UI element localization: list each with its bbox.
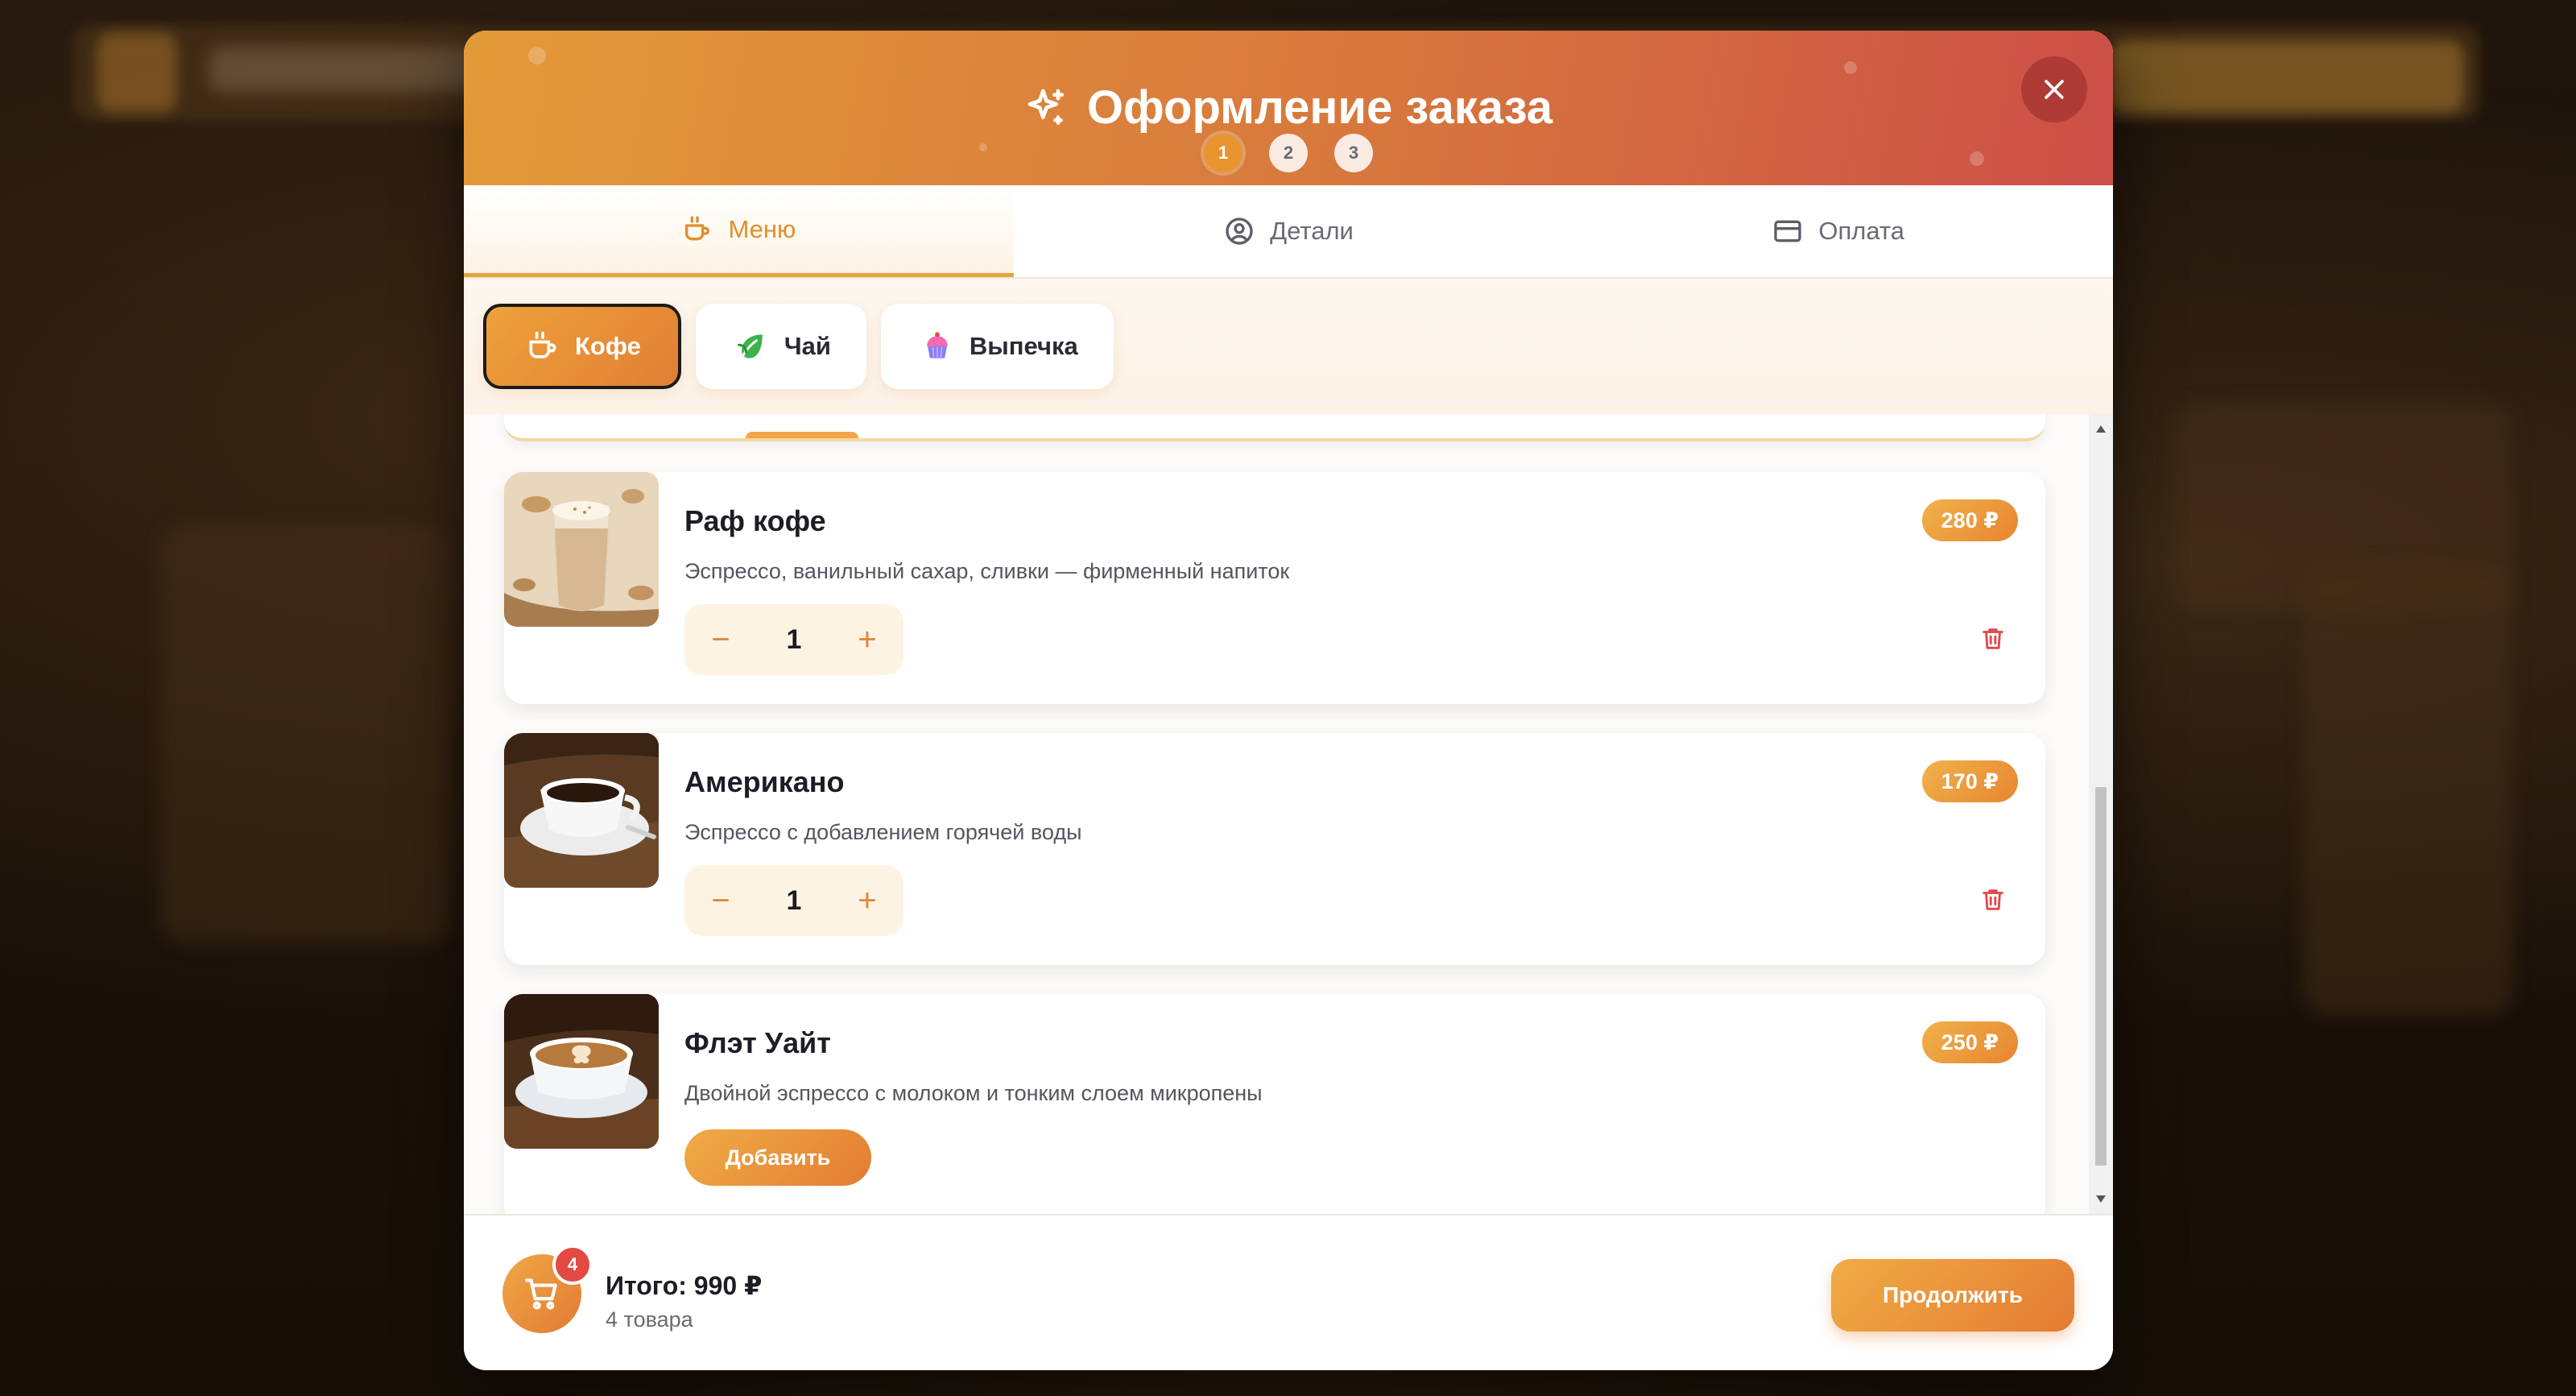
- tab-payment[interactable]: Оплата: [1563, 185, 2113, 277]
- coffee-cup-icon: [685, 215, 710, 240]
- leaf-icon: [737, 334, 763, 360]
- tab-menu-label: Меню: [728, 214, 796, 243]
- category-pastry[interactable]: Выпечка: [880, 304, 1114, 389]
- coffee-cup-icon: [529, 331, 556, 358]
- flat-white-image: [504, 994, 659, 1149]
- close-icon: [2045, 80, 2064, 99]
- step-3: 3: [1334, 134, 1373, 172]
- raf-coffee-image: [504, 472, 659, 627]
- cart-icon: [525, 1278, 557, 1310]
- item-description: Эспрессо с добавлением горячей воды: [684, 820, 1082, 844]
- tab-payment-label: Оплата: [1818, 217, 1904, 245]
- tab-details-label: Детали: [1270, 217, 1354, 245]
- continue-button[interactable]: Продолжить: [1831, 1259, 2074, 1332]
- modal-title: Оформление заказа: [464, 81, 2113, 135]
- background-button: [2110, 40, 2464, 113]
- tab-menu[interactable]: Меню: [464, 185, 1014, 277]
- menu-item-list[interactable]: Раф кофе Эспрессо, ванильный сахар, слив…: [464, 414, 2113, 1214]
- price-badge: 250 ₽: [1921, 1021, 2018, 1063]
- trash-icon[interactable]: [1979, 625, 2007, 652]
- americano-image: [504, 733, 659, 888]
- scrollbar-thumb[interactable]: [2095, 787, 2107, 1166]
- close-button[interactable]: [2021, 56, 2087, 122]
- quantity-stepper: − 1 +: [684, 604, 903, 675]
- cart-count-badge: 4: [552, 1245, 593, 1285]
- scroll-down-icon[interactable]: [2096, 1195, 2106, 1203]
- cupcake-icon: [927, 332, 948, 358]
- order-items-count: 4 товара: [606, 1307, 693, 1332]
- item-name: Американо: [684, 765, 845, 798]
- item-description: Эспрессо, ванильный сахар, сливки — фирм…: [684, 559, 1290, 583]
- step-2: 2: [1269, 134, 1308, 172]
- decrease-button[interactable]: −: [702, 882, 739, 919]
- step-1: 1: [1204, 134, 1243, 172]
- user-circle-icon: [1226, 217, 1253, 245]
- step-indicator: 1 2 3: [464, 134, 2113, 172]
- menu-item-card: Американо Эспрессо с добавлением горячей…: [504, 733, 2045, 965]
- modal-title-text: Оформление заказа: [1086, 81, 1553, 134]
- category-pastry-label: Выпечка: [969, 332, 1078, 360]
- order-tabs: Меню Детали Оплата: [464, 185, 2113, 279]
- tab-details[interactable]: Детали: [1014, 185, 1564, 277]
- increase-button[interactable]: +: [849, 882, 886, 919]
- category-coffee[interactable]: Кофе: [483, 304, 681, 389]
- scroll-up-icon[interactable]: [2096, 425, 2106, 433]
- decor-dot: [528, 47, 546, 64]
- menu-item-card: Раф кофе Эспрессо, ванильный сахар, слив…: [504, 472, 2045, 704]
- background-card: [161, 524, 451, 942]
- order-total: Итого: 990 ₽: [606, 1271, 763, 1300]
- quantity-stepper: − 1 +: [684, 865, 903, 936]
- background-card: [2303, 564, 2512, 1015]
- quantity-value: 1: [786, 623, 802, 655]
- decrease-button[interactable]: −: [702, 621, 739, 658]
- item-name: Флэт Уайт: [684, 1026, 831, 1059]
- sparkle-icon: [1028, 89, 1064, 125]
- category-coffee-label: Кофе: [575, 332, 641, 360]
- quantity-value: 1: [786, 884, 802, 916]
- credit-card-icon: [1774, 220, 1802, 242]
- item-name: Раф кофе: [684, 504, 826, 537]
- order-modal: Оформление заказа 1 2 3 Меню Детали Опла…: [464, 31, 2113, 1370]
- add-button[interactable]: Добавить: [684, 1129, 871, 1186]
- item-description: Двойной эспрессо с молоком и тонким слое…: [684, 1081, 1263, 1105]
- partial-add-button: [746, 432, 858, 438]
- scrollbar[interactable]: [2089, 414, 2113, 1214]
- menu-item-card-partial: [504, 414, 2045, 441]
- modal-header: Оформление заказа 1 2 3: [464, 31, 2113, 185]
- decor-dot: [1844, 61, 1857, 74]
- trash-icon[interactable]: [1979, 886, 2007, 913]
- increase-button[interactable]: +: [849, 621, 886, 658]
- category-tea[interactable]: Чай: [695, 304, 866, 389]
- background-brand: [209, 47, 475, 92]
- price-badge: 170 ₽: [1921, 760, 2018, 802]
- order-footer: 4 Итого: 990 ₽ 4 товара Продолжить: [464, 1214, 2113, 1370]
- menu-item-card: Флэт Уайт Двойной эспрессо с молоком и т…: [504, 994, 2045, 1214]
- category-tea-label: Чай: [784, 332, 831, 360]
- price-badge: 280 ₽: [1921, 499, 2018, 541]
- category-filter: Кофе Чай Выпечка: [464, 279, 2113, 414]
- background-logo: [97, 32, 177, 113]
